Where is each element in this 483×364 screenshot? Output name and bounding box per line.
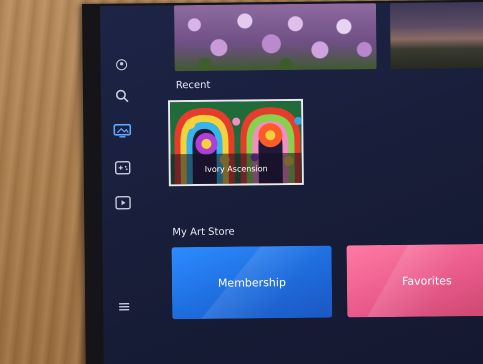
artwork-thumbnail-landscape[interactable] xyxy=(389,1,483,69)
art-store-section-title: My Art Store xyxy=(172,226,235,239)
artwork-thumbnail-flowers[interactable] xyxy=(173,3,377,72)
recent-artwork-title: Ivory Ascension xyxy=(170,152,302,185)
favorites-label: Favorites xyxy=(401,273,452,288)
profile-icon[interactable] xyxy=(111,54,133,76)
sidebar xyxy=(100,6,148,364)
tv-screen: Recent Ivory Ascension My Art Store Memb… xyxy=(100,1,483,364)
membership-label: Membership xyxy=(217,275,286,290)
game-icon[interactable] xyxy=(112,157,134,179)
recent-section-title: Recent xyxy=(175,79,211,92)
art-mode-icon[interactable] xyxy=(111,120,133,142)
media-icon[interactable] xyxy=(112,192,134,214)
membership-card[interactable]: Membership xyxy=(171,245,333,320)
favorites-card[interactable]: Favorites xyxy=(346,243,483,318)
recent-artwork-card[interactable]: Ivory Ascension xyxy=(167,98,304,187)
search-icon[interactable] xyxy=(111,85,133,107)
menu-icon[interactable] xyxy=(113,296,135,318)
